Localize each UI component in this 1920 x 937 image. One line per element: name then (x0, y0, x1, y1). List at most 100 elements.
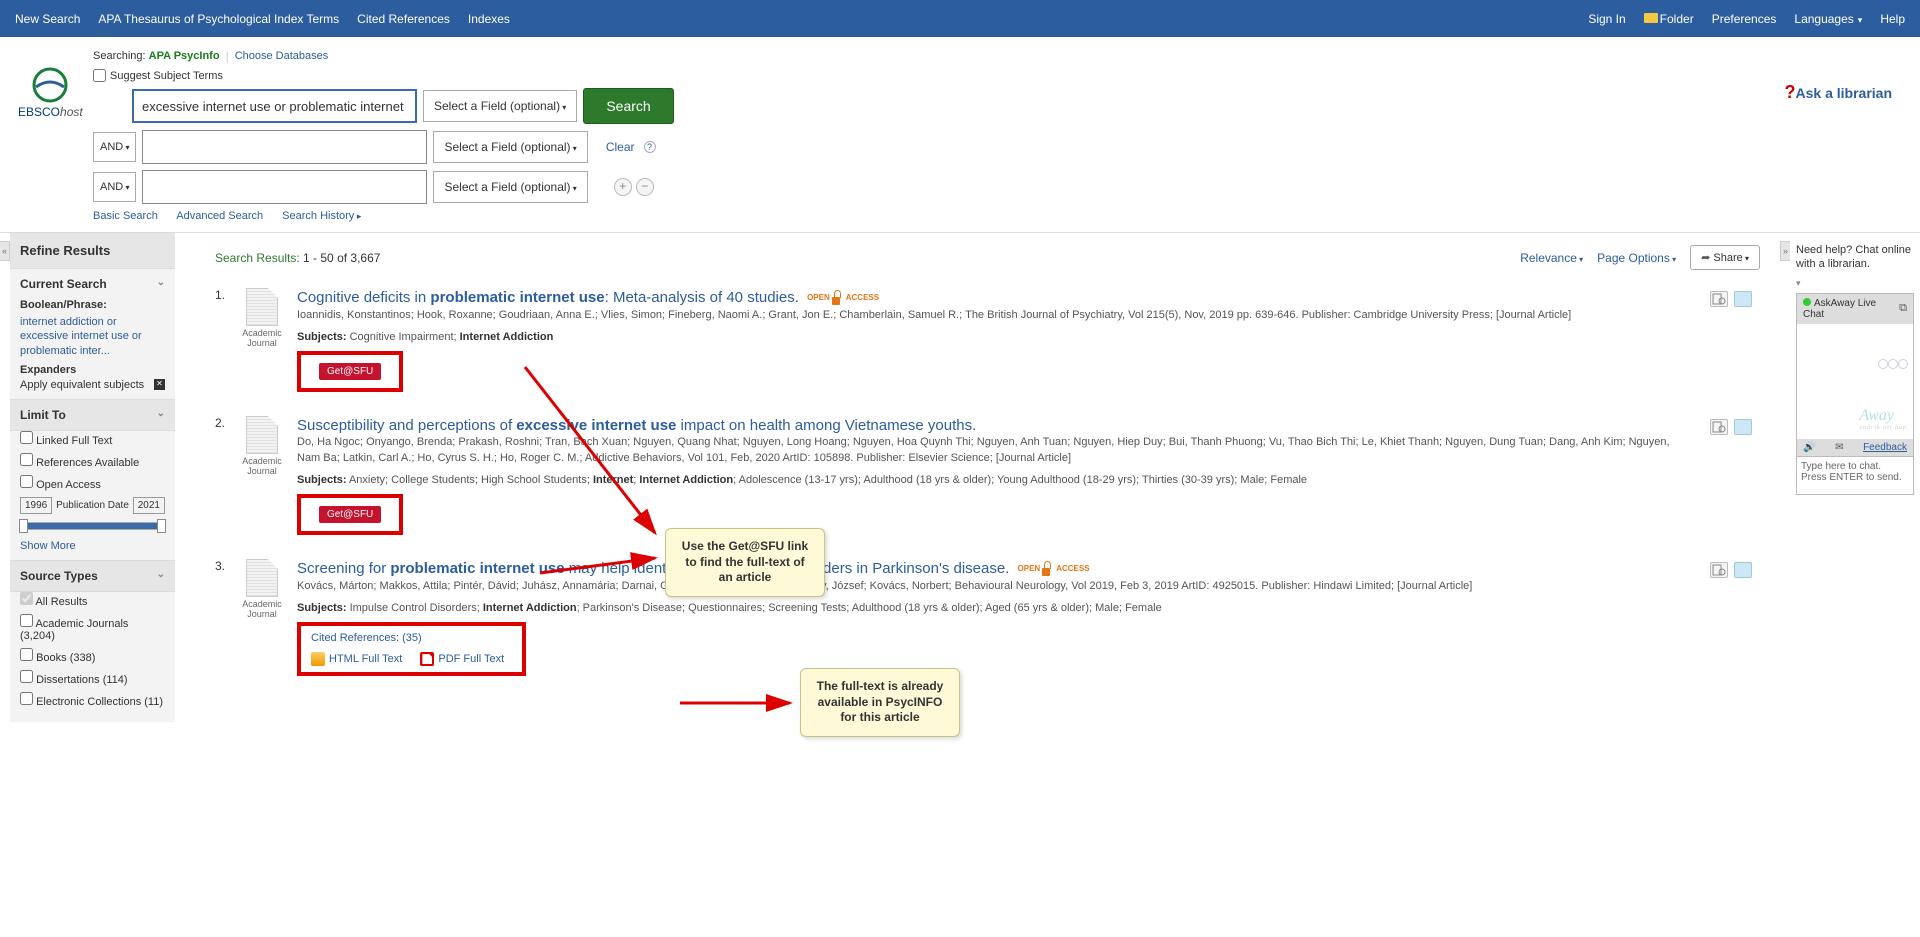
field-select-3[interactable]: Select a Field (optional) (433, 171, 587, 203)
limit-to-header[interactable]: Limit To⌄ (10, 399, 175, 431)
nav-languages[interactable]: Languages (1794, 12, 1862, 26)
open-access-icon (1040, 562, 1052, 576)
search-history-link[interactable]: Search History (282, 210, 361, 222)
share-button[interactable]: Share (1690, 245, 1760, 270)
logo-suffix: host (60, 105, 83, 119)
html-fulltext-link[interactable]: HTML Full Text (311, 652, 402, 666)
result-subjects: Subjects: Anxiety; College Students; Hig… (297, 474, 1690, 486)
clear-link[interactable]: Clear (606, 140, 635, 154)
search-input-3[interactable] (142, 170, 427, 204)
suggest-subject-checkbox[interactable] (93, 69, 106, 82)
date-from[interactable]: 1996 (20, 497, 52, 514)
nav-cited-refs[interactable]: Cited References (357, 12, 450, 26)
question-icon: ? (1785, 82, 1796, 102)
page-options[interactable]: Page Options (1597, 251, 1676, 265)
logo[interactable]: EBSCOhost (18, 67, 83, 119)
date-slider[interactable] (20, 522, 165, 530)
preview-icon[interactable] (1710, 419, 1728, 435)
boolean-select-2[interactable]: AND (93, 132, 136, 162)
feedback-link[interactable]: Feedback (1863, 442, 1907, 453)
search-phrase-link[interactable]: internet addiction or excessive internet… (20, 315, 165, 358)
source-dissertations[interactable]: Dissertations (114) (20, 670, 165, 686)
basic-search-link[interactable]: Basic Search (93, 210, 158, 222)
result-type: Academic Journal (237, 456, 287, 476)
nav-indexes[interactable]: Indexes (468, 12, 510, 26)
result-number: 1. (215, 288, 237, 392)
chat-input[interactable]: Type here to chat. Press ENTER to send. (1797, 456, 1913, 494)
show-more-link[interactable]: Show More (20, 540, 165, 552)
document-icon (246, 559, 278, 597)
fulltext-highlight: Cited References: (35) HTML Full Text PD… (297, 622, 526, 676)
add-folder-icon[interactable] (1734, 291, 1752, 307)
collapse-left-panel[interactable]: « (0, 241, 10, 261)
remove-row-button[interactable]: − (636, 178, 654, 196)
search-button[interactable]: Search (583, 88, 673, 124)
limit-references-available[interactable]: References Available (20, 453, 165, 469)
result-type: Academic Journal (237, 328, 287, 348)
field-select-2[interactable]: Select a Field (optional) (433, 131, 587, 163)
nav-preferences[interactable]: Preferences (1712, 12, 1777, 26)
suggest-label: Suggest Subject Terms (110, 70, 223, 82)
date-to[interactable]: 2021 (133, 497, 165, 514)
current-search-header[interactable]: Current Search⌄ (10, 269, 175, 299)
chat-help-text: Need help? Chat online with a librarian. (1796, 243, 1914, 272)
nav-signin[interactable]: Sign In (1588, 12, 1625, 26)
chevron-down-icon: ⌄ (157, 569, 165, 583)
popout-icon[interactable]: ⧉ (1899, 302, 1907, 315)
results-range: 1 - 50 of 3,667 (303, 251, 380, 265)
limit-open-access[interactable]: Open Access (20, 475, 165, 491)
help-icon[interactable]: ? (644, 141, 656, 153)
email-icon[interactable]: ✉ (1835, 442, 1843, 453)
expanders-label: Expanders (20, 364, 165, 376)
pdf-fulltext-link[interactable]: PDF Full Text (420, 652, 504, 666)
chat-body: Awayendrík nit hup (1797, 324, 1913, 439)
source-academic-journals[interactable]: Academic Journals (3,204) (20, 614, 165, 642)
result-type: Academic Journal (237, 599, 287, 619)
choose-databases-link[interactable]: Choose Databases (235, 50, 329, 62)
advanced-search-link[interactable]: Advanced Search (176, 210, 263, 222)
search-input-2[interactable] (142, 130, 427, 164)
result-authors: Kovács, Márton; Makkos, Attila; Pintér, … (297, 579, 1690, 594)
add-row-button[interactable]: + (614, 178, 632, 196)
preview-icon[interactable] (1710, 291, 1728, 307)
sort-relevance[interactable]: Relevance (1520, 251, 1583, 265)
add-folder-icon[interactable] (1734, 419, 1752, 435)
nav-help[interactable]: Help (1880, 12, 1905, 26)
result-number: 2. (215, 416, 237, 535)
ask-librarian-link[interactable]: ?Ask a librarian (1785, 82, 1893, 103)
search-area: EBSCOhost ?Ask a librarian Searching: AP… (0, 37, 1920, 232)
search-results-label: Search Results: (215, 251, 300, 265)
get-sfu-link[interactable]: Get@SFU (319, 506, 381, 523)
cited-references-link[interactable]: Cited References: (35) (307, 632, 504, 644)
result-item: 2. Academic Journal Susceptibility and p… (215, 416, 1760, 535)
limit-linked-fulltext[interactable]: Linked Full Text (20, 431, 165, 447)
nav-thesaurus[interactable]: APA Thesaurus of Psychological Index Ter… (98, 12, 339, 26)
nav-new-search[interactable]: New Search (15, 12, 80, 26)
source-all-results[interactable]: All Results (20, 592, 165, 608)
boolean-select-3[interactable]: AND (93, 172, 136, 202)
result-title[interactable]: Susceptibility and perceptions of excess… (297, 417, 976, 434)
chat-widget: Need help? Chat online with a librarian.… (1790, 233, 1920, 722)
status-dot-icon (1803, 298, 1811, 306)
document-icon (246, 288, 278, 326)
results-area: Search Results: 1 - 50 of 3,667 Relevanc… (175, 233, 1780, 722)
add-folder-icon[interactable] (1734, 562, 1752, 578)
callout-getsfu: Use the Get@SFU link to find the full-te… (665, 528, 825, 597)
sound-icon[interactable]: 🔊 (1803, 442, 1815, 453)
collapse-right-panel[interactable]: » (1780, 241, 1790, 261)
source-books[interactable]: Books (338) (20, 648, 165, 664)
result-authors: Do, Ha Ngoc; Onyango, Brenda; Prakash, R… (297, 435, 1690, 466)
document-icon (246, 416, 278, 454)
refine-title: Refine Results (10, 233, 175, 269)
search-input-1[interactable] (132, 89, 417, 123)
remove-expander-button[interactable]: ✕ (154, 379, 165, 390)
nav-folder[interactable]: Folder (1644, 12, 1694, 26)
get-sfu-link[interactable]: Get@SFU (319, 363, 381, 380)
preview-icon[interactable] (1710, 562, 1728, 578)
source-types-header[interactable]: Source Types⌄ (10, 560, 175, 592)
field-select-1[interactable]: Select a Field (optional) (423, 90, 577, 122)
result-number: 3. (215, 559, 237, 676)
top-nav: New Search APA Thesaurus of Psychologica… (0, 0, 1920, 37)
result-title[interactable]: Cognitive deficits in problematic intern… (297, 289, 879, 306)
source-electronic-collections[interactable]: Electronic Collections (11) (20, 692, 165, 708)
